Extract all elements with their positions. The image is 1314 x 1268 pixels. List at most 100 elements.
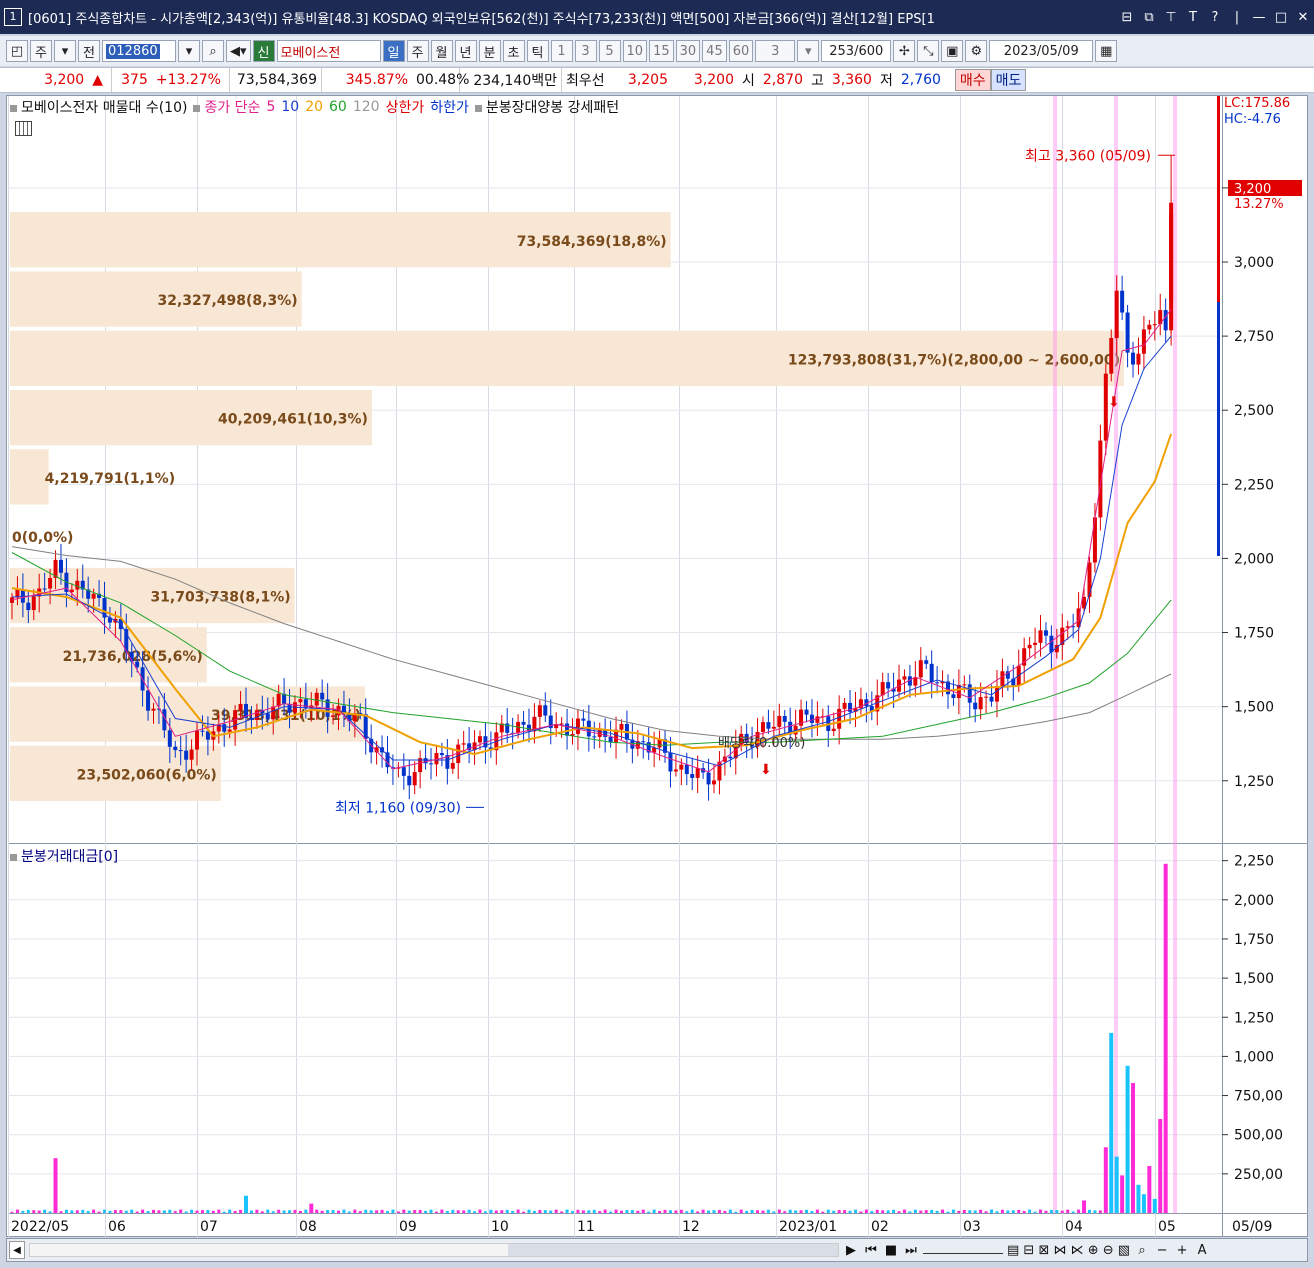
volume-bar (968, 1210, 972, 1213)
price-tick-label: 1,500 (1234, 700, 1274, 716)
candle-body (320, 692, 325, 700)
volume-bar (173, 1211, 177, 1213)
volume-bar (870, 1211, 874, 1213)
volume-bar (342, 1209, 346, 1213)
candle-body (58, 559, 63, 573)
volume-bar (941, 1209, 945, 1213)
volume-bar (663, 1209, 667, 1213)
volume-bar (1049, 1210, 1053, 1213)
search-icon[interactable]: ⌕ (1134, 1243, 1150, 1258)
volume-bar (756, 1210, 760, 1213)
zoom-in-button[interactable]: + (1174, 1243, 1190, 1258)
zoom-out-button[interactable]: − (1154, 1243, 1170, 1258)
volume-bar (647, 1211, 651, 1213)
signal-arrow-icon: ⬇ (1108, 394, 1120, 410)
first-icon[interactable]: ⏮ (863, 1243, 879, 1258)
candle-body (31, 596, 36, 611)
volume-bar (64, 1209, 68, 1213)
volume-bar (1028, 1209, 1032, 1213)
candle-body (951, 694, 956, 698)
volume-bar (331, 1210, 335, 1213)
candle-body (984, 696, 989, 698)
horizontal-scrollbar[interactable] (29, 1243, 839, 1257)
candle-body (1152, 324, 1157, 326)
volume-bar (734, 1211, 738, 1213)
scroll-left-icon[interactable]: ◀ (9, 1241, 25, 1259)
volume-bar (239, 1209, 243, 1213)
lower-limit-legend[interactable]: 하한가 (430, 97, 469, 117)
play-icon[interactable]: ▶ (843, 1243, 859, 1258)
zoom-slider[interactable] (923, 1246, 1003, 1254)
volume-bar (369, 1210, 373, 1213)
candle-body (619, 723, 624, 730)
volume-spike-bar (53, 1158, 58, 1213)
volume-bar (946, 1211, 950, 1213)
last-icon[interactable]: ⏭ (903, 1243, 919, 1258)
volume-spike-bar (1158, 1119, 1163, 1213)
volume-bar (32, 1210, 36, 1213)
candle-body (461, 743, 466, 745)
volume-bar (26, 1209, 30, 1213)
tool-icons[interactable]: ▤ ⊟ ⊠ ⋈ ⋉ ⊕ ⊖ ▧ (1007, 1243, 1130, 1258)
volume-bar (434, 1211, 438, 1213)
volume-spike-bar (1120, 1175, 1125, 1213)
volume-bar (391, 1209, 395, 1213)
date-axis-label: 07 (200, 1219, 218, 1235)
volume-bar (875, 1209, 879, 1213)
candle-body (151, 708, 156, 711)
stop-icon[interactable]: ■ (883, 1243, 899, 1258)
candle-body (167, 730, 172, 747)
price-tick-label: 2,000 (1234, 551, 1274, 567)
volume-bar (473, 1211, 477, 1213)
volume-bar (853, 1209, 857, 1213)
volume-bar (859, 1211, 863, 1213)
volume-bar (179, 1209, 183, 1213)
volume-bar (282, 1210, 286, 1213)
data-table-icon[interactable] (15, 121, 32, 136)
volume-bar (195, 1210, 199, 1213)
candle-body (994, 686, 999, 702)
volume-profile-label: 0(0,0%) (12, 530, 73, 546)
volume-bar (103, 1209, 107, 1213)
candle-body (1027, 644, 1032, 649)
volume-profile-label: 73,584,369(18,8%) (517, 234, 667, 250)
volume-bar (200, 1210, 204, 1213)
candle-body (684, 764, 689, 775)
price-chart-svg[interactable]: 2022/05 06 07 08 09 10 11 12 2023/01 02 03 04 05 05/0… (0, 0, 1314, 1268)
ma10-legend: 10 (281, 99, 300, 115)
volume-tick-label: 1,500 (1234, 971, 1274, 987)
volume-bar (97, 1211, 101, 1213)
volume-bar (810, 1211, 814, 1213)
lc-bar (1217, 96, 1220, 302)
upper-limit-legend[interactable]: 상한가 (386, 97, 425, 117)
volume-bar (951, 1209, 955, 1213)
volume-bar (70, 1210, 74, 1213)
candle-body (314, 692, 319, 706)
volume-tick-label: 2,000 (1234, 893, 1274, 909)
volume-bar (619, 1210, 623, 1213)
volume-bar (973, 1210, 977, 1213)
volume-bar (315, 1209, 319, 1213)
ma-legend[interactable]: 종가 단순 (193, 97, 260, 117)
volume-bar (206, 1209, 210, 1213)
candle-body (1098, 440, 1103, 518)
candle-body (265, 713, 270, 720)
price-tick-label: 1,250 (1234, 774, 1274, 790)
volume-profile-label: 23,502,060(6,0%) (77, 767, 217, 783)
volume-bar (625, 1210, 629, 1213)
pattern-legend[interactable]: 분봉장대양봉 강세패턴 (474, 97, 619, 117)
volume-legend[interactable]: 분봉거래대금[0] (10, 846, 118, 866)
volume-bar (249, 1210, 253, 1213)
date-axis-label: 05 (1158, 1219, 1176, 1235)
high-annotation: 최고 3,360 (05/09) (1025, 148, 1151, 164)
pattern-highlight (1173, 96, 1177, 1213)
volume-bar (467, 1209, 471, 1213)
volume-bar (1000, 1209, 1004, 1213)
volume-bar (1039, 1209, 1043, 1213)
candle-body (521, 721, 526, 725)
date-axis-label: 11 (577, 1219, 595, 1235)
scroll-thumb[interactable] (508, 1244, 838, 1256)
volume-profile-label: 123,793,808(31,7%)(2,800,00 ~ 2,600,00) (788, 352, 1120, 368)
profile-legend[interactable]: 모베이스전자 매물대 수(10) (10, 97, 187, 117)
font-button[interactable]: A (1194, 1243, 1210, 1258)
